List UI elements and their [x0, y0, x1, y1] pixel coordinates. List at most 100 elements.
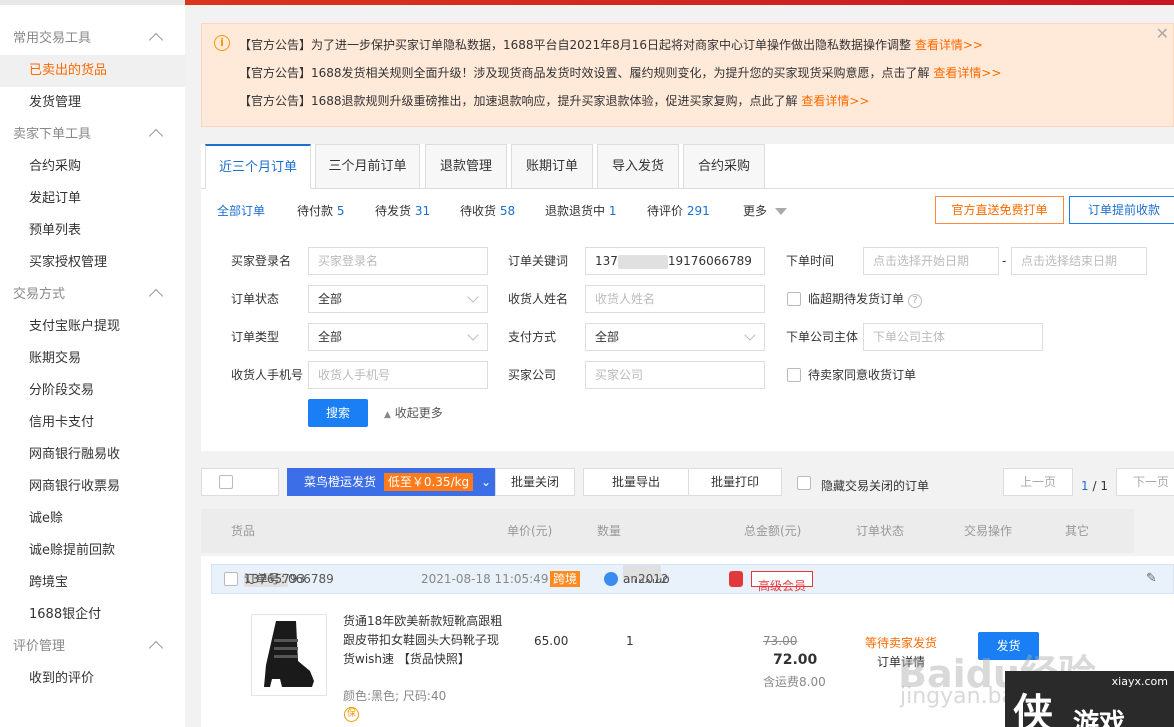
wait-confirm-checkbox[interactable]: [787, 368, 801, 382]
filter-pending-pay[interactable]: 待付款 5: [297, 196, 344, 226]
select-all-box[interactable]: [201, 468, 279, 496]
notice-detail-link[interactable]: 查看详情>>: [801, 94, 869, 108]
collapse-toggle[interactable]: ▲ 收起更多: [384, 399, 443, 429]
product-image[interactable]: [251, 614, 327, 696]
filter-pending-receive[interactable]: 待收货 58: [460, 196, 515, 226]
page-total: / 1: [1092, 479, 1108, 493]
sidebar-item-received-reviews[interactable]: 收到的评价: [0, 663, 185, 695]
sidebar-group-trade-tools[interactable]: 常用交易工具: [0, 23, 185, 55]
receiver-label: 收货人姓名: [508, 292, 569, 306]
sidebar-group-trade-methods[interactable]: 交易方式: [0, 279, 185, 311]
tab-recent-orders[interactable]: 近三个月订单: [205, 144, 311, 189]
sidebar-item-create-order[interactable]: 发起订单: [0, 183, 185, 215]
tab-old-orders[interactable]: 三个月前订单: [315, 144, 420, 188]
tab-credit-orders[interactable]: 账期订单: [511, 144, 593, 188]
expire-checkbox[interactable]: [787, 292, 801, 306]
notice-text: 【官方公告】1688发货相关规则全面升级！涉及现货商品发货时效设置、履约规则变化…: [239, 66, 930, 80]
notice-text: 【官方公告】1688退款规则升级重磅推出，加速退款响应，提升买家退款体验，促进买…: [239, 94, 798, 108]
receiver-input[interactable]: 收货人姓名: [585, 285, 765, 313]
buyer-suffix: an2012: [623, 572, 669, 586]
snapshot-link[interactable]: 【货品快照】: [398, 652, 470, 666]
ww-icon[interactable]: [604, 572, 618, 586]
sidebar-item-chengesha[interactable]: 诚e赊: [0, 503, 185, 535]
sidebar-item-buyer-auth[interactable]: 买家授权管理: [0, 247, 185, 279]
notice-banner: i ✕ 【官方公告】为了进一步保护买家订单隐私数据，1688平台自2021年8月…: [201, 23, 1174, 127]
shipping-fee: 含运费8.00: [763, 675, 826, 689]
sidebar-item-pre-orders[interactable]: 预单列表: [0, 215, 185, 247]
pay-method-select[interactable]: 全部: [585, 323, 765, 351]
privacy-mask: [617, 254, 668, 269]
note-icon[interactable]: ✎: [1146, 565, 1157, 593]
advance-payment-button[interactable]: 订单提前收款: [1069, 196, 1174, 224]
sidebar-group-title: 卖家下单工具: [13, 127, 92, 142]
notice-detail-link[interactable]: 查看详情>>: [915, 38, 983, 52]
sidebar-item-chengesha-early[interactable]: 诚e赊提前回款: [0, 535, 185, 567]
sidebar-item-credit-term[interactable]: 账期交易: [0, 343, 185, 375]
sidebar-item-staged[interactable]: 分阶段交易: [0, 375, 185, 407]
order-type-select[interactable]: 全部: [308, 323, 488, 351]
sidebar-item-shipping[interactable]: 发货管理: [0, 87, 185, 119]
buyer-company-input[interactable]: 买家公司: [585, 361, 765, 389]
col-status: 订单状态: [856, 524, 905, 538]
sidebar-item-mybank-spy[interactable]: 网商银行收票易: [0, 471, 185, 503]
sidebar-group-seller-order[interactable]: 卖家下单工具: [0, 119, 185, 151]
keyword-label: 订单关键词: [508, 254, 569, 268]
sidebar-item-kuajingbao[interactable]: 跨境宝: [0, 567, 185, 599]
phone-input[interactable]: 收货人手机号: [308, 361, 488, 389]
filter-more-label: 更多: [743, 204, 768, 218]
sidebar-item-sold-goods[interactable]: 已卖出的货品: [0, 55, 185, 87]
ship-button[interactable]: 发货: [978, 632, 1039, 660]
order-status-label: 订单状态: [231, 292, 280, 306]
filter-count: 1: [608, 204, 617, 218]
tab-contract[interactable]: 合约采购: [683, 144, 765, 188]
tab-refunds[interactable]: 退款管理: [425, 144, 507, 188]
chevron-up-icon: [148, 288, 164, 304]
order-total: 72.00: [773, 652, 818, 668]
start-date-input[interactable]: 点击选择开始日期: [863, 247, 999, 275]
cainiao-ship-button[interactable]: 菜鸟橙运发货 低至￥0.35/kg ⌄: [287, 468, 495, 496]
batch-close-button[interactable]: 批量关闭: [495, 468, 575, 496]
help-icon[interactable]: ?: [908, 294, 923, 308]
keyword-input[interactable]: 137 19176066789: [585, 247, 765, 275]
order-checkbox[interactable]: [224, 572, 238, 586]
order-time: 2021-08-18 11:05:49: [421, 572, 549, 586]
notice-detail-link[interactable]: 查看详情>>: [933, 66, 1001, 80]
company-label: 下单公司主体: [786, 330, 859, 344]
product-info: 货通18年欧美新款短靴高跟粗跟皮带扣女鞋圆头大码靴子现货wish速 【货品快照】: [343, 612, 503, 669]
filter-pending-review[interactable]: 待评价 291: [647, 196, 710, 226]
filter-refunding[interactable]: 退款退货中 1: [545, 196, 616, 226]
jingyan-watermark: jingyan.baidu.com: [900, 684, 1104, 709]
search-form: 买家登录名 买家登录名 订单关键词 137 19176066789 下单时间 点击…: [201, 234, 1174, 451]
sidebar-item-mybank-ryi[interactable]: 网商银行融易收: [0, 439, 185, 471]
batch-export-button[interactable]: 批量导出: [583, 468, 689, 496]
filter-all[interactable]: 全部订单: [217, 196, 265, 226]
batch-print-button[interactable]: 批量打印: [688, 468, 782, 496]
order-detail-link[interactable]: 订单详情: [877, 653, 925, 670]
hide-closed-checkbox[interactable]: [797, 476, 811, 490]
buyer-login-input[interactable]: 买家登录名: [308, 247, 488, 275]
unit-price: 65.00: [534, 634, 569, 648]
tab-import-shipping[interactable]: 导入发货: [597, 144, 679, 188]
order-status-select[interactable]: 全部: [308, 285, 488, 313]
sidebar-item-contract[interactable]: 合约采购: [0, 151, 185, 183]
select-all-checkbox[interactable]: [219, 475, 233, 489]
free-print-button[interactable]: 官方直送免费打单: [935, 196, 1064, 224]
end-date-input[interactable]: 点击选择结束日期: [1011, 247, 1147, 275]
close-icon[interactable]: ✕: [1156, 24, 1169, 43]
search-button[interactable]: 搜索: [308, 399, 368, 427]
sidebar-item-bank-pay[interactable]: 1688银企付: [0, 599, 185, 631]
info-icon: i: [214, 35, 230, 51]
col-actions: 交易操作: [964, 524, 1013, 538]
sidebar-group-reviews[interactable]: 评价管理: [0, 631, 185, 663]
cross-border-tag: 跨境: [550, 571, 581, 587]
chevron-up-icon: [148, 128, 164, 144]
sidebar-item-credit-card[interactable]: 信用卡支付: [0, 407, 185, 439]
sidebar-item-alipay-withdraw[interactable]: 支付宝账户提现: [0, 311, 185, 343]
company-input[interactable]: 下单公司主体: [863, 323, 1043, 351]
wait-confirm-label: 待卖家同意收货订单: [808, 368, 917, 382]
filter-more[interactable]: 更多: [743, 196, 788, 226]
prev-page-button[interactable]: 上一页: [1003, 468, 1073, 496]
filter-pending-ship[interactable]: 待发货 31: [375, 196, 430, 226]
next-page-button[interactable]: 下一页: [1116, 468, 1174, 496]
order-id-suffix: 066789: [288, 572, 334, 586]
